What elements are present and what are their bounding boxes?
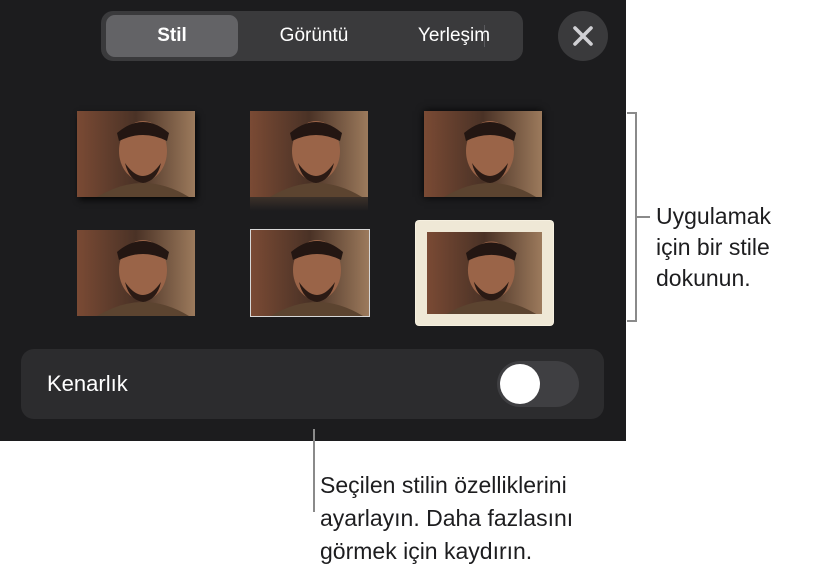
framed-image	[427, 232, 542, 314]
portrait-image	[251, 230, 369, 316]
portrait-image	[250, 111, 368, 197]
close-icon	[573, 26, 593, 46]
style-picture-frame[interactable]	[416, 221, 553, 325]
border-toggle[interactable]	[497, 361, 579, 407]
tab-yerlesim[interactable]: Yerleşim	[389, 15, 519, 57]
style-drop-shadow[interactable]	[424, 111, 542, 197]
callout-line: dokunun.	[656, 265, 751, 291]
tab-stil[interactable]: Stil	[106, 15, 238, 57]
close-button[interactable]	[558, 11, 608, 61]
portrait-image	[77, 230, 195, 316]
border-label: Kenarlık	[47, 371, 128, 396]
callout-pointer-line	[313, 429, 315, 512]
callout-line: Seçilen stilin özelliklerini	[320, 472, 567, 498]
callout-styles: Uygulamak için bir stile dokunun.	[656, 201, 822, 294]
callout-border: Seçilen stilin özelliklerini ayarlayın. …	[320, 469, 680, 568]
style-thin-border[interactable]	[250, 229, 370, 317]
reflection-effect	[250, 197, 368, 211]
style-plain[interactable]	[77, 230, 195, 316]
style-reflection[interactable]	[250, 111, 368, 197]
callout-line: ayarlayın. Daha fazlasını	[320, 505, 574, 531]
callout-line: Uygulamak	[656, 203, 772, 229]
toggle-knob	[500, 364, 540, 404]
portrait-image	[77, 111, 195, 197]
portrait-image	[427, 232, 542, 314]
border-row: Kenarlık	[21, 349, 604, 419]
callout-bracket-tick	[637, 216, 650, 218]
callout-line: görmek için kaydırın.	[320, 538, 533, 564]
portrait-image	[424, 111, 542, 197]
style-panel: Stil Görüntü Yerleşim Kenarlık	[0, 0, 626, 441]
style-plain-shadow[interactable]	[77, 111, 195, 197]
callout-bracket	[627, 112, 637, 322]
callout-line: için bir stile	[656, 234, 770, 260]
tab-goruntu[interactable]: Görüntü	[244, 15, 384, 57]
segmented-control: Stil Görüntü Yerleşim	[101, 11, 523, 61]
